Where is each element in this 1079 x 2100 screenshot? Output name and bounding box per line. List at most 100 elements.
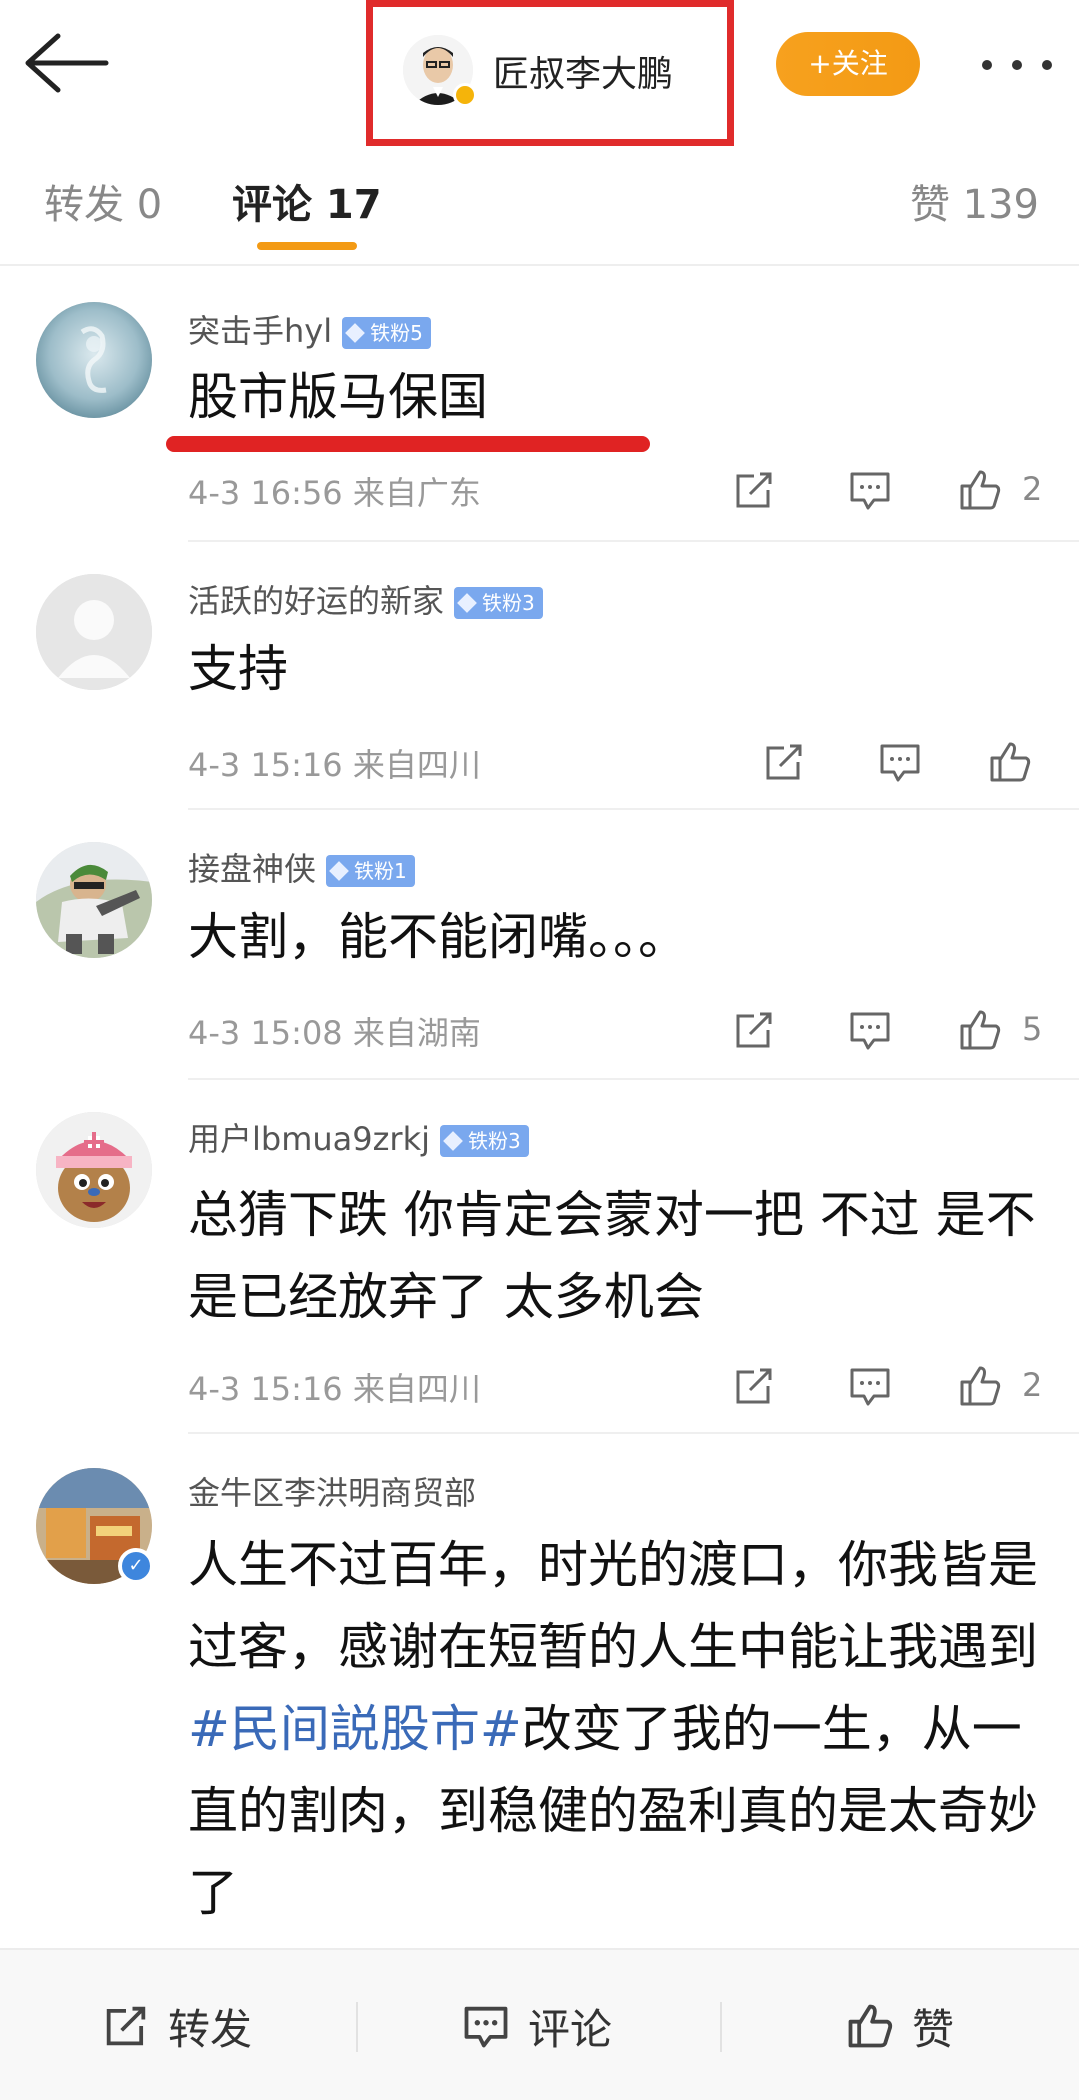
comment-username[interactable]: 金牛区李洪明商贸部: [188, 1468, 476, 1514]
share-icon: [766, 744, 802, 780]
more-dot-icon: [982, 60, 992, 70]
diamond-icon: [457, 593, 477, 613]
more-button[interactable]: [978, 36, 1058, 92]
comment-icon: [850, 472, 890, 510]
comment-text-part: 人生不过百年，时光的渡口，你我皆是过客，感谢在短暂的人生中能让我遇到: [188, 1536, 1038, 1676]
fan-badge-label: 铁粉3: [482, 591, 535, 615]
comment-meta: 4-3 15:08 来自湖南: [188, 1014, 481, 1052]
repost-button[interactable]: 转发: [100, 1996, 252, 2056]
comment-icon: [880, 744, 920, 782]
like-count: 2: [1022, 1366, 1043, 1404]
divider: [188, 1432, 1079, 1434]
tab-bar: 转发 0 评论 17 赞 139: [0, 146, 1079, 266]
avatar[interactable]: [36, 1112, 152, 1228]
comment-username[interactable]: 突击手hyl 铁粉5: [188, 306, 431, 352]
diamond-icon: [329, 861, 349, 881]
follow-button[interactable]: +关注: [776, 32, 920, 96]
divider: [188, 540, 1079, 542]
repost-label: 转发: [168, 2005, 253, 2054]
comment-text: 人生不过百年，时光的渡口，你我皆是过客，感谢在短暂的人生中能让我遇到 #民间説股市…: [188, 1524, 1038, 1934]
share-button[interactable]: [730, 1006, 778, 1054]
comment-actions: [760, 738, 1079, 786]
reply-button[interactable]: [876, 738, 924, 786]
back-button[interactable]: [22, 28, 112, 98]
top-bar: 匠叔李大鹏 +关注: [0, 0, 1079, 146]
like-button[interactable]: 赞: [844, 1996, 954, 2056]
thumbs-up-icon: [960, 470, 1001, 510]
like-button[interactable]: [986, 738, 1034, 786]
username-text[interactable]: 接盘神侠: [188, 850, 316, 888]
comment-label: 评论: [528, 2005, 613, 2054]
active-tab-indicator: [257, 242, 357, 250]
thumbs-up-icon: [848, 2004, 893, 2048]
thumbs-up-icon: [960, 1010, 1001, 1050]
username-text[interactable]: 突击手hyl: [188, 312, 332, 350]
comment-meta: 4-3 15:16 来自四川: [188, 746, 481, 784]
hashtag-link[interactable]: #民间説股市#: [188, 1700, 522, 1758]
verified-badge-icon: ✓: [118, 1548, 154, 1584]
fan-badge: 铁粉5: [342, 317, 431, 349]
divider: [720, 2002, 722, 2052]
username-text[interactable]: 金牛区李洪明商贸部: [188, 1474, 476, 1512]
reply-button[interactable]: [846, 1006, 894, 1054]
comment-text: 股市版马保国: [188, 368, 488, 426]
reply-button[interactable]: [846, 1362, 894, 1410]
verified-icon: [453, 83, 477, 107]
like-count: 5: [1022, 1010, 1043, 1048]
comment-text: 大割，能不能闭嘴。。。: [188, 908, 688, 966]
fan-badge-label: 铁粉1: [354, 859, 407, 883]
share-icon: [736, 472, 772, 508]
thumbs-up-icon: [990, 742, 1031, 782]
back-arrow-icon: [25, 33, 109, 93]
fan-badge-label: 铁粉3: [468, 1129, 521, 1153]
comment-text: 总猜下跌 你肯定会蒙对一把 不过 是不是已经放弃了 太多机会: [188, 1186, 1036, 1326]
diamond-icon: [443, 1131, 463, 1151]
share-button[interactable]: [730, 1362, 778, 1410]
fan-badge: 铁粉1: [326, 855, 415, 887]
comment-icon: [850, 1368, 890, 1406]
reply-button[interactable]: [846, 466, 894, 514]
share-icon: [736, 1368, 772, 1404]
share-button[interactable]: [760, 738, 808, 786]
comment-actions: 5: [730, 1006, 1060, 1054]
diamond-icon: [345, 323, 366, 343]
username-text[interactable]: 活跃的好运的新家: [188, 582, 444, 620]
comment-actions: 2: [730, 466, 1060, 514]
share-button[interactable]: [730, 466, 778, 514]
comment-username[interactable]: 活跃的好运的新家 铁粉3: [188, 576, 543, 622]
comment-text: 支持: [188, 640, 288, 698]
author-header-highlight[interactable]: 匠叔李大鹏: [366, 0, 734, 146]
divider: [188, 808, 1079, 810]
like-button[interactable]: [956, 1362, 1004, 1410]
repost-icon: [106, 2006, 146, 2046]
avatar[interactable]: [36, 842, 152, 958]
red-highlight-underline: [166, 436, 650, 452]
tab-repost[interactable]: 转发 0: [44, 172, 162, 230]
like-count: 2: [1022, 470, 1043, 508]
comment-button[interactable]: 评论: [460, 1996, 612, 2056]
fan-badge-label: 铁粉5: [370, 321, 423, 345]
share-icon: [736, 1012, 772, 1048]
divider: [188, 1078, 1079, 1080]
comment-username[interactable]: 用户lbmua9zrkj 铁粉3: [188, 1114, 529, 1160]
like-button[interactable]: [956, 466, 1004, 514]
username-text[interactable]: 用户lbmua9zrkj: [188, 1120, 430, 1158]
like-button[interactable]: [956, 1006, 1004, 1054]
thumbs-up-icon: [960, 1366, 1001, 1406]
tab-comments[interactable]: 评论 17: [232, 172, 382, 230]
tab-likes[interactable]: 赞 139: [910, 172, 1039, 230]
comment-meta: 4-3 16:56 来自广东: [188, 474, 481, 512]
author-name[interactable]: 匠叔李大鹏: [493, 45, 673, 97]
more-dot-icon: [1042, 60, 1052, 70]
comment-icon: [464, 2006, 508, 2048]
avatar[interactable]: [36, 302, 152, 418]
comment-username[interactable]: 接盘神侠 铁粉1: [188, 844, 415, 890]
like-label: 赞: [912, 2005, 955, 2054]
divider: [356, 2002, 358, 2052]
fan-badge: 铁粉3: [440, 1125, 529, 1157]
comment-meta: 4-3 15:16 来自四川: [188, 1370, 481, 1408]
more-dot-icon: [1012, 60, 1022, 70]
avatar[interactable]: [36, 574, 152, 690]
fan-badge: 铁粉3: [454, 587, 543, 619]
bottom-action-bar: 转发 评论 赞: [0, 1948, 1079, 2100]
